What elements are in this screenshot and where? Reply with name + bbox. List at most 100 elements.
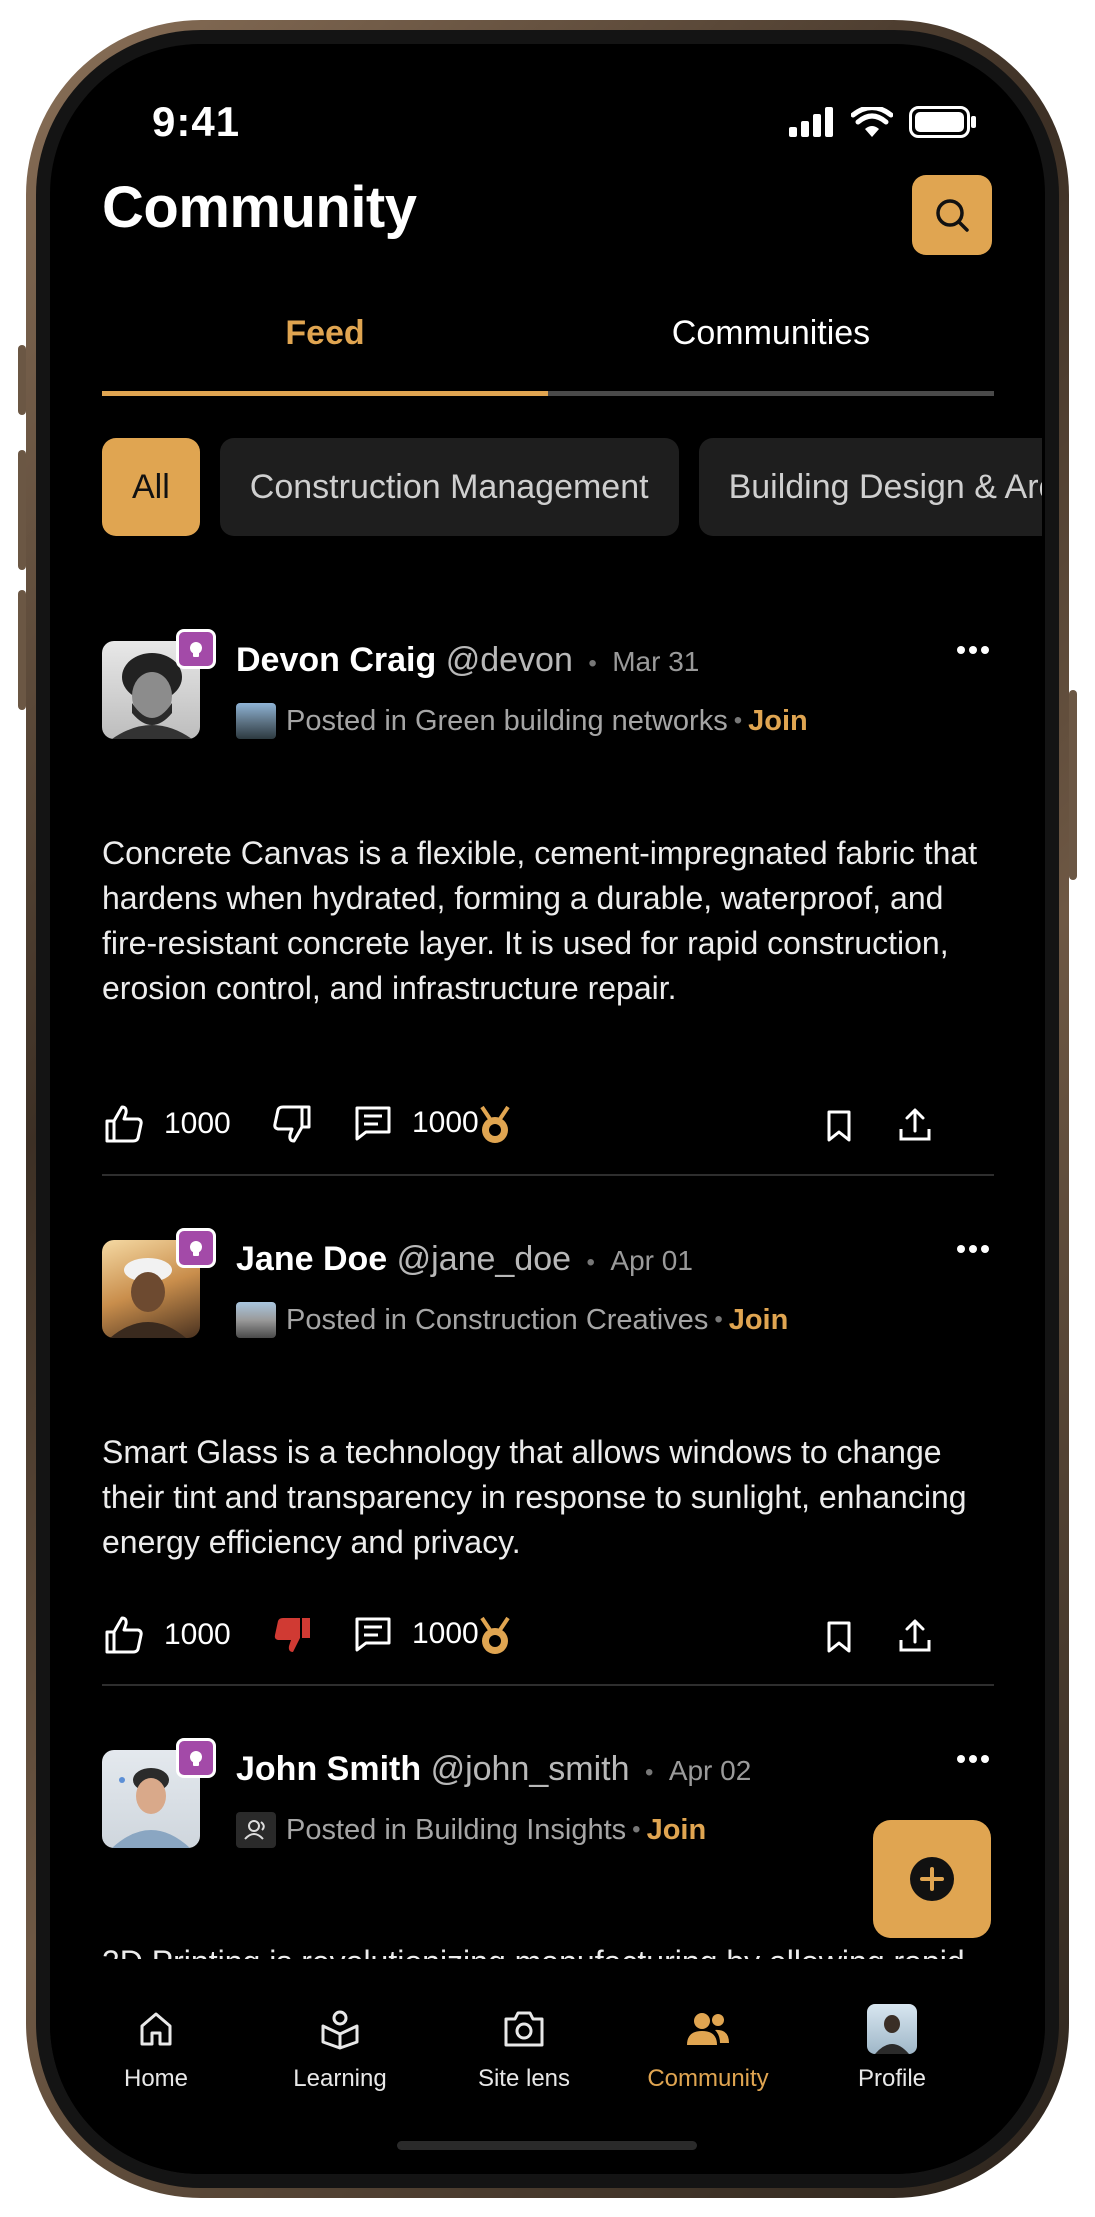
post-author-line: John Smith @john_smith • Apr 02 [236,1750,751,1789]
post-actions: 1000 1000 [102,1105,994,1155]
nav-learning-label: Learning [293,2065,387,2092]
author-handle: @devon [445,641,573,679]
more-options-icon[interactable] [956,645,990,655]
join-button[interactable]: Join [729,1304,789,1337]
thumbs-down-filled-icon [274,1618,310,1652]
search-icon [936,199,969,232]
battery-icon [909,106,976,138]
comment-icon [355,1617,391,1652]
home-indicator [397,2141,697,2150]
post-divider [102,1174,994,1176]
separator-dot: • [632,1816,641,1843]
more-options-icon[interactable] [956,1754,990,1764]
share-icon[interactable] [898,1107,932,1143]
search-button[interactable] [912,175,992,255]
nav-profile-label: Profile [857,2065,927,2092]
posted-in-line: Posted in Building Insights • Join [236,1812,706,1848]
post-date: Mar 31 [612,646,700,677]
like-button[interactable]: 1000 [104,1105,231,1143]
posted-in-text[interactable]: Posted in Green building networks [286,705,728,738]
dislike-button[interactable] [272,1616,312,1654]
filter-chips: All Construction Management Building Des… [102,438,1042,536]
author-name[interactable]: John Smith [236,1750,421,1788]
status-time: 9:41 [152,98,241,145]
posted-in-line: Posted in Construction Creatives • Join [236,1302,788,1338]
join-button[interactable]: Join [748,705,808,738]
post-author-line: Jane Doe @jane_doe • Apr 01 [236,1240,693,1279]
learning-icon [321,2010,359,2050]
community-thumbnail [236,703,276,739]
post-divider [102,1684,994,1686]
author-handle: @jane_doe [396,1240,572,1278]
join-button[interactable]: Join [647,1814,707,1847]
author-name[interactable]: Jane Doe [236,1240,387,1278]
author-name[interactable]: Devon Craig [236,641,436,679]
separator-dot: • [588,650,597,677]
separator-dot: • [714,1306,723,1333]
signal-icon [789,107,833,137]
chip-building-design[interactable]: Building Design & Architecture [698,438,1042,536]
tab-underline-active [102,391,548,396]
create-post-button[interactable] [873,1820,991,1938]
nav-home[interactable]: Home [76,2001,236,2093]
community-badge-icon [176,1738,216,1778]
comment-button[interactable]: 1000 [354,1616,479,1652]
comment-button[interactable]: 1000 [354,1105,479,1141]
comment-count: 1000 [412,1617,479,1650]
page-title: Community [102,175,417,240]
volume-down-button [18,590,26,710]
nav-site-lens[interactable]: Site lens [444,2001,604,2093]
app-screen: 9:41 Community Feed Communities All Cons… [50,44,1045,2174]
nav-community-label: Community [647,2065,769,2092]
power-button [1069,690,1077,880]
post-date: Apr 01 [610,1245,693,1276]
community-icon [687,2013,729,2045]
separator-dot: • [733,707,743,734]
dislike-button[interactable] [272,1105,312,1143]
posted-in-text[interactable]: Posted in Construction Creatives [286,1304,708,1337]
like-count: 1000 [164,1107,231,1140]
community-badge-icon [176,1228,216,1268]
chip-all[interactable]: All [102,438,200,536]
nav-community[interactable]: Community [628,2001,788,2093]
posted-in-line: Posted in Green building networks • Join [236,703,808,739]
post-date: Apr 02 [668,1755,752,1786]
post-actions: 1000 1000 [102,1616,994,1666]
thumbs-up-icon [105,1105,143,1143]
comment-count: 1000 [412,1106,479,1139]
nav-profile[interactable]: Profile [812,2001,972,2093]
side-button [18,345,26,415]
status-icons [789,106,977,138]
nav-home-label: Home [123,2065,189,2092]
post-author-line: Devon Craig @devon • Mar 31 [236,641,699,680]
bookmark-icon[interactable] [826,1620,852,1654]
award-medal-icon[interactable] [476,1105,514,1145]
more-options-icon[interactable] [956,1244,990,1254]
volume-up-button [18,450,26,570]
post-body: Smart Glass is a technology that allows … [102,1434,967,1560]
separator-dot: • [644,1759,654,1786]
nav-learning[interactable]: Learning [260,2001,420,2093]
wifi-icon [851,107,893,137]
profile-avatar [867,2004,917,2054]
camera-icon [504,2011,544,2047]
nav-site-lens-label: Site lens [477,2065,571,2092]
posted-in-text[interactable]: Posted in Building Insights [286,1814,626,1847]
like-count: 1000 [164,1618,231,1651]
community-thumbnail [236,1302,276,1338]
author-handle: @john_smith [430,1750,630,1788]
like-button[interactable]: 1000 [104,1616,231,1654]
community-badge-icon [176,629,216,669]
bookmark-icon[interactable] [826,1109,852,1143]
chip-construction-management[interactable]: Construction Management [219,438,679,536]
plus-circle-icon [910,1857,954,1901]
separator-dot: • [586,1249,595,1276]
comment-icon [355,1106,391,1141]
share-icon[interactable] [898,1618,932,1654]
tab-communities[interactable]: Communities [548,314,994,353]
award-medal-icon[interactable] [476,1616,514,1656]
post-body: Concrete Canvas is a flexible, cement-im… [102,835,978,1006]
thumbs-up-icon [105,1616,143,1654]
tab-feed[interactable]: Feed [102,314,548,353]
community-group-icon [236,1812,276,1848]
